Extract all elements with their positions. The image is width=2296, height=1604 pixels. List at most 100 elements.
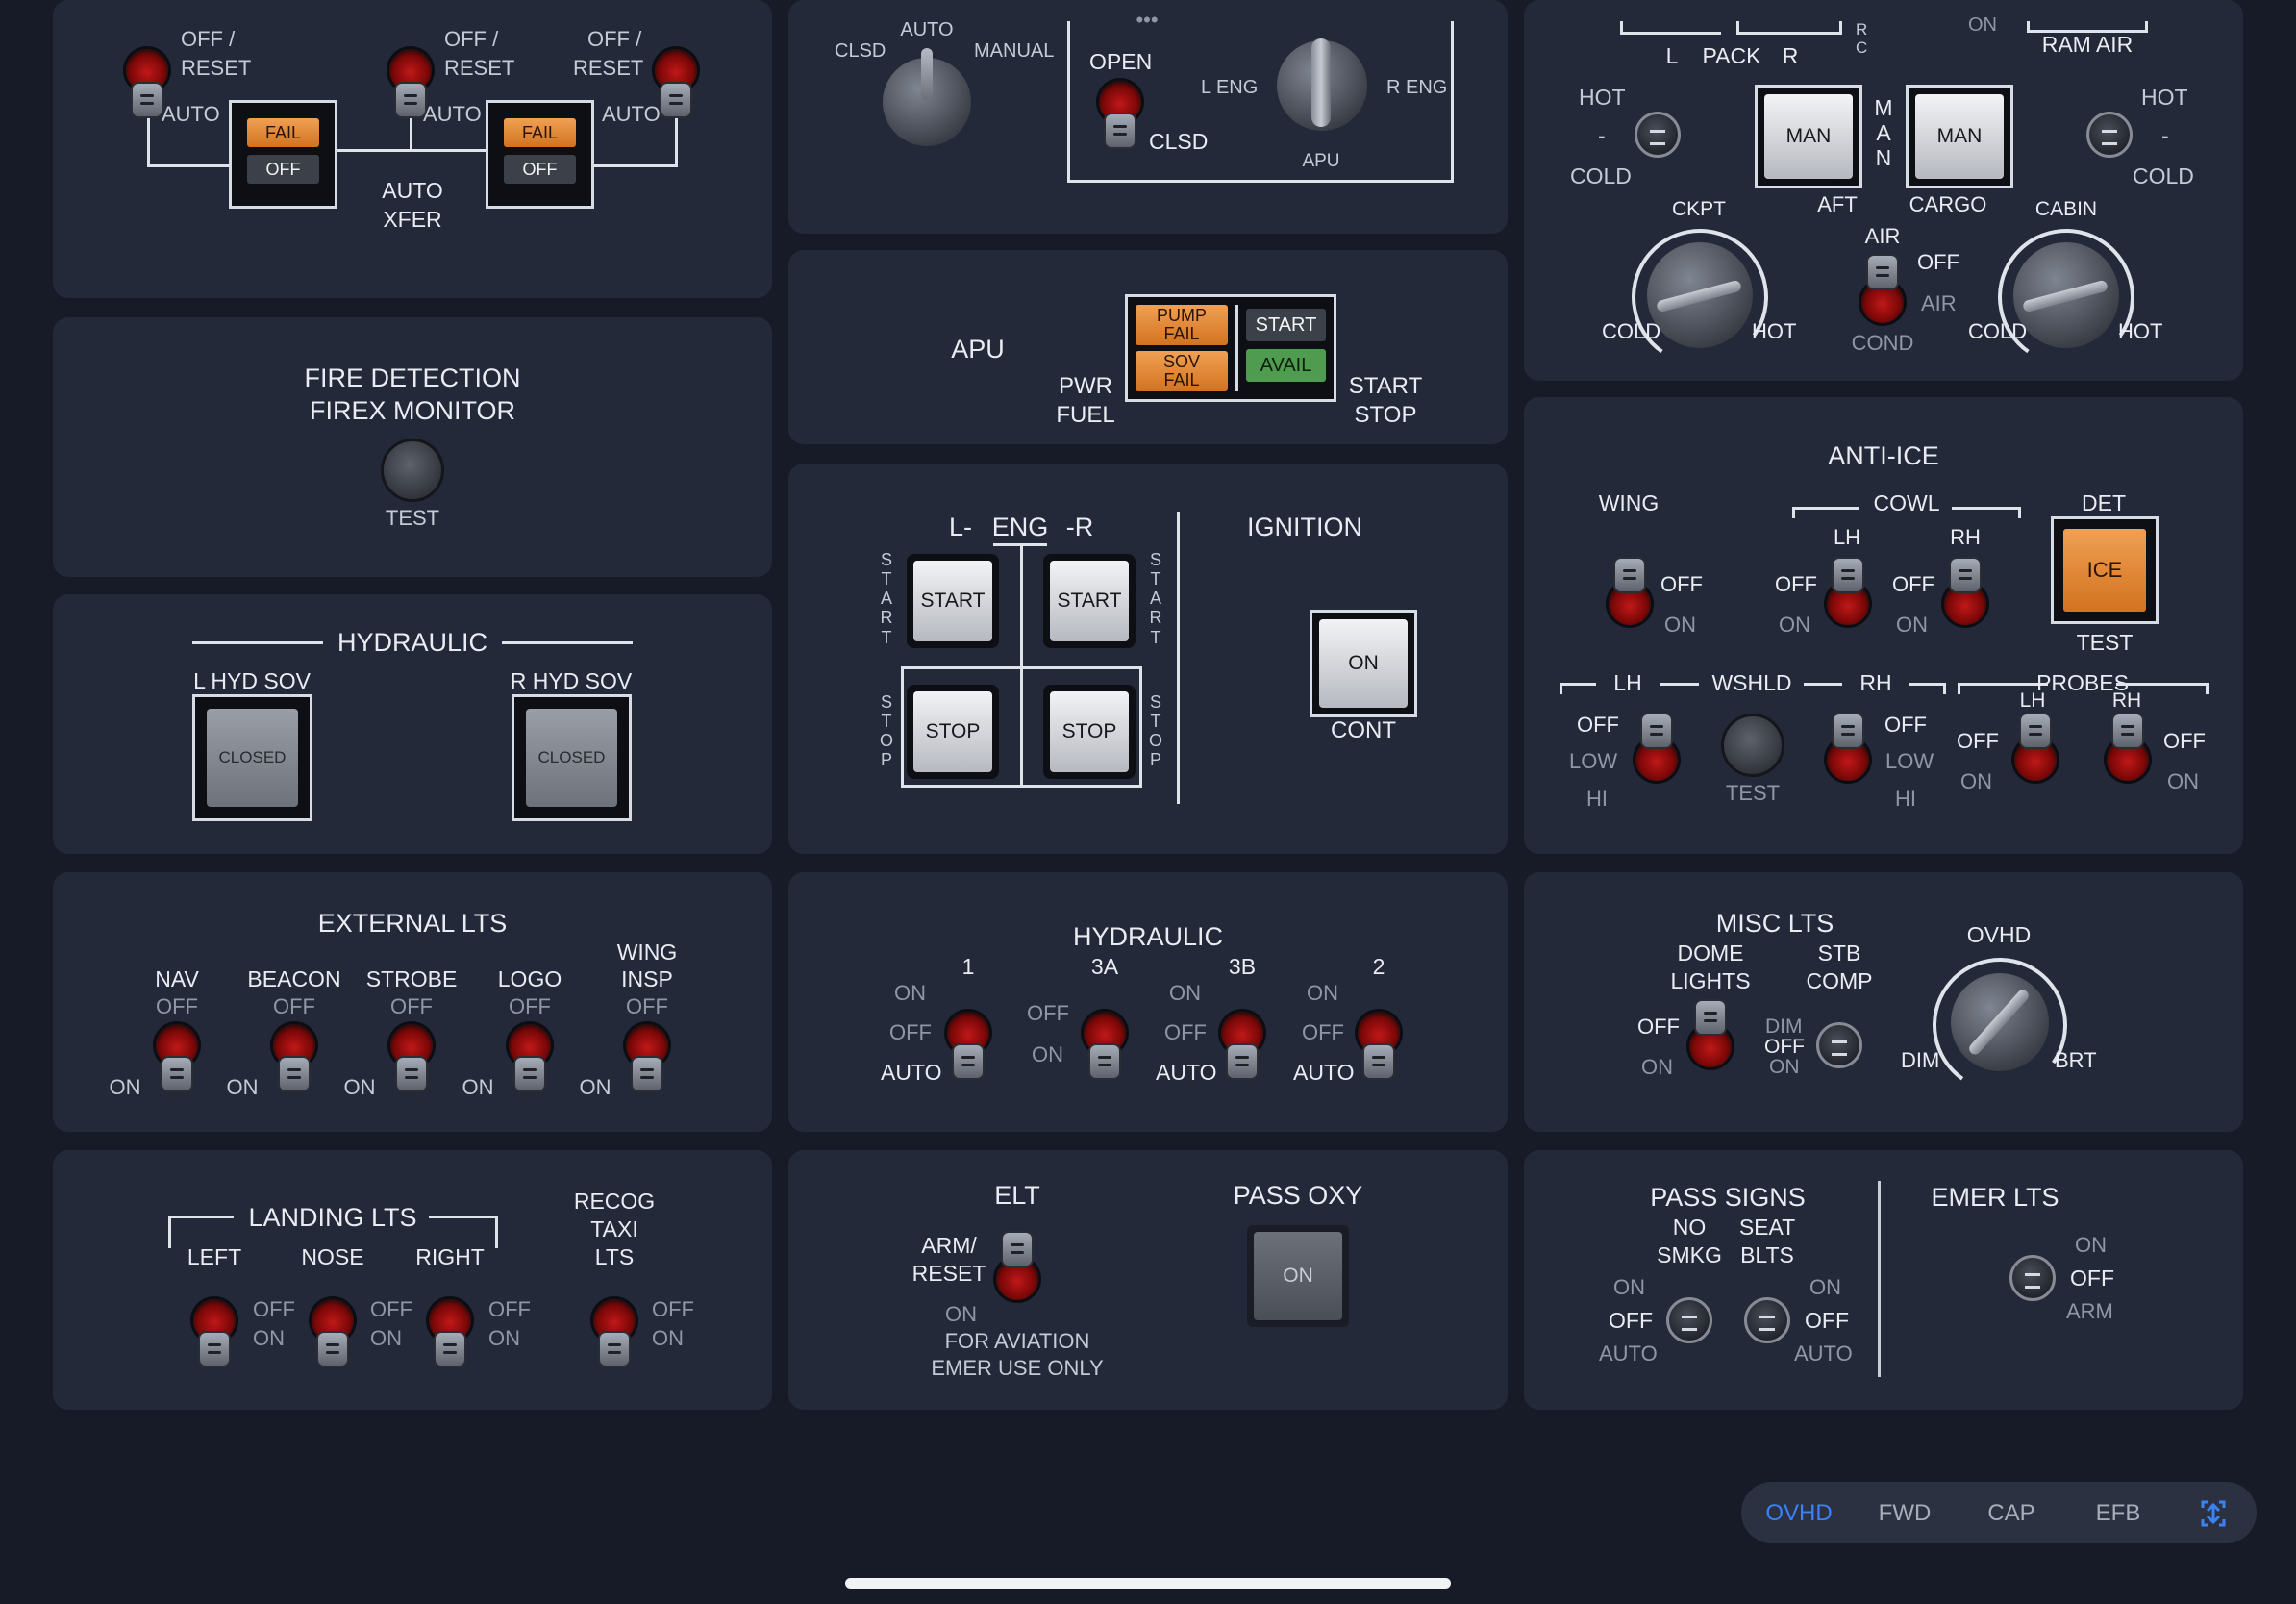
- low-label: LOW: [1885, 749, 1934, 773]
- cargo-label: CARGO: [1909, 192, 1987, 216]
- open-label: OPEN: [1089, 49, 1153, 74]
- popout-icon-svg: [2201, 1500, 2226, 1527]
- elt-lever[interactable]: [1001, 1231, 1034, 1267]
- off-label: OFF: [1775, 572, 1817, 596]
- ice-det-button[interactable]: ICE: [2051, 516, 2159, 624]
- l-hyd-sov-button[interactable]: CLOSED: [192, 694, 312, 821]
- pump-3a-lever[interactable]: [1088, 1043, 1121, 1080]
- ovhd-label: OVHD: [1966, 922, 2032, 947]
- air-label: AIR: [1864, 224, 1901, 248]
- arm-label: ARM: [2066, 1299, 2113, 1323]
- dome-lights-lever[interactable]: [1694, 999, 1727, 1036]
- test-label: TEST: [2076, 630, 2134, 655]
- nav-label: NAV: [155, 966, 199, 991]
- aft-cargo-temp-left[interactable]: [1635, 112, 1681, 158]
- nav-lever[interactable]: [161, 1056, 193, 1092]
- off-label: OFF: [2163, 729, 2206, 753]
- recog-label: LTS: [594, 1244, 635, 1269]
- pump-3a-label: 3A: [1090, 954, 1119, 979]
- probe-rh-lever[interactable]: [2111, 713, 2144, 749]
- auto-xfer-label: XFER: [383, 207, 442, 232]
- auto-label: AUTO: [1293, 1060, 1355, 1085]
- man-vertical: M A N: [1874, 95, 1893, 170]
- auto-label: AUTO: [881, 1060, 942, 1085]
- tab-fwd[interactable]: FWD: [1854, 1492, 1956, 1535]
- off-reset-label: OFF /: [181, 27, 236, 51]
- pump-1-label: 1: [961, 954, 975, 979]
- tab-cap[interactable]: CAP: [1960, 1492, 2062, 1535]
- r-eng-label: R ENG: [1386, 77, 1448, 98]
- pack-r-label: R: [1782, 43, 1799, 68]
- fail-light: FAIL: [247, 118, 319, 147]
- fail-off-button-right[interactable]: FAIL OFF: [486, 100, 594, 209]
- ignition-label: IGNITION: [1247, 513, 1362, 541]
- no-smkg-rotary[interactable]: [1666, 1297, 1712, 1343]
- off-label: OFF: [626, 994, 668, 1018]
- l-stop-button[interactable]: STOP: [907, 685, 999, 779]
- seat-blts-rotary[interactable]: [1744, 1297, 1790, 1343]
- air-label: AIR: [1921, 291, 1957, 315]
- auto-label: AUTO: [602, 102, 661, 126]
- isolation-valve-lever[interactable]: [1104, 113, 1136, 149]
- r-start-button[interactable]: START: [1043, 554, 1136, 648]
- wshld-rh-lever[interactable]: [1832, 713, 1864, 749]
- on-label: ON: [109, 1075, 141, 1099]
- air-cond-lever[interactable]: [1866, 254, 1899, 290]
- tab-efb[interactable]: EFB: [2067, 1492, 2169, 1535]
- pump-3b-lever[interactable]: [1226, 1043, 1259, 1080]
- tab-ovhd[interactable]: OVHD: [1748, 1492, 1850, 1535]
- strobe-lever[interactable]: [395, 1056, 428, 1092]
- pump-2-lever[interactable]: [1362, 1043, 1395, 1080]
- wshld-lh-lever[interactable]: [1640, 713, 1673, 749]
- apu-fuel-panel[interactable]: PUMP FAIL SOV FAIL START AVAIL: [1125, 294, 1336, 402]
- logo-lever[interactable]: [513, 1056, 546, 1092]
- oxy-on-label: ON: [1254, 1232, 1342, 1320]
- cargo-man-button[interactable]: MAN: [1906, 85, 2013, 188]
- emer-lts-rotary[interactable]: [2009, 1255, 2056, 1301]
- wing-label: WING: [1598, 490, 1660, 515]
- popout-icon[interactable]: [2173, 1492, 2254, 1535]
- test-label: TEST: [1725, 781, 1781, 805]
- recog-taxi-lever[interactable]: [598, 1331, 631, 1367]
- cowl-rh-lever[interactable]: [1949, 557, 1982, 593]
- elt-note: FOR AVIATION: [944, 1329, 1090, 1353]
- probe-lh-lever[interactable]: [2019, 713, 2052, 749]
- beacon-lever[interactable]: [278, 1056, 311, 1092]
- on-label: ON: [1960, 769, 1992, 793]
- ckpt-label: CKPT: [1671, 198, 1727, 220]
- ignition-button[interactable]: ON: [1310, 610, 1417, 717]
- landing-right-lever[interactable]: [434, 1331, 466, 1367]
- logo-label: LOGO: [497, 966, 562, 991]
- manual-label: MANUAL: [974, 40, 1055, 62]
- landing-left-lever[interactable]: [198, 1331, 231, 1367]
- off-label: OFF: [1884, 713, 1927, 737]
- fire-test-button[interactable]: [381, 439, 444, 502]
- landing-nose-lever[interactable]: [316, 1331, 349, 1367]
- fuel-label: FUEL: [1056, 402, 1115, 428]
- off-label: OFF: [1764, 1036, 1805, 1058]
- fail-off-button-left[interactable]: FAIL OFF: [229, 100, 337, 209]
- pump-1-lever[interactable]: [952, 1043, 985, 1080]
- fuel-switch-1-lever[interactable]: [131, 82, 163, 118]
- pass-oxy-button[interactable]: ON: [1247, 1225, 1349, 1327]
- wshld-test-button[interactable]: [1721, 714, 1784, 777]
- fuel-switch-3-lever[interactable]: [660, 82, 692, 118]
- fuel-switch-2-lever[interactable]: [394, 82, 427, 118]
- off-label: OFF: [2070, 1266, 2114, 1291]
- aft-man-button[interactable]: MAN: [1755, 85, 1862, 188]
- brt-label: BRT: [2055, 1048, 2097, 1072]
- cowl-lh-lever[interactable]: [1832, 557, 1864, 593]
- no-smkg-label: SMKG: [1657, 1242, 1722, 1267]
- wing-insp-lever[interactable]: [631, 1056, 663, 1092]
- r-hyd-sov-button[interactable]: CLOSED: [512, 694, 632, 821]
- wing-anti-ice-lever[interactable]: [1613, 557, 1646, 593]
- r-stop-button[interactable]: STOP: [1043, 685, 1136, 779]
- aft-cargo-temp-right[interactable]: [2086, 112, 2133, 158]
- auto-label: AUTO: [1794, 1341, 1853, 1366]
- cold-label: COLD: [1968, 319, 2028, 343]
- recog-label: TAXI: [590, 1216, 638, 1241]
- l-start-button[interactable]: START: [907, 554, 999, 648]
- stb-comp-rotary[interactable]: [1816, 1022, 1862, 1068]
- on-label: ON: [1968, 14, 1997, 36]
- on-label: ON: [2167, 769, 2199, 793]
